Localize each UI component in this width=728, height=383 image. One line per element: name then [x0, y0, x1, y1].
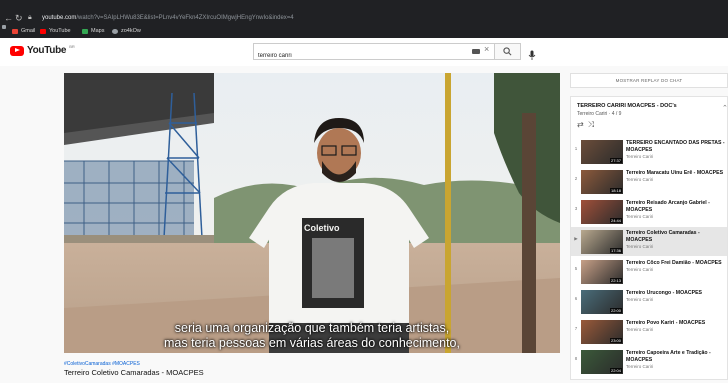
playlist-item-title[interactable]: Terreiro Capoeira Arte e Tradição - MOAC… — [626, 350, 726, 363]
playlist-item[interactable]: 6 22:00 Terreiro Urucongo - MOACPES Terreir… — [571, 287, 727, 316]
playlist-item-thumbnail[interactable]: 23:00 — [581, 320, 623, 344]
playlist-item-duration: 24:44 — [609, 218, 622, 223]
playlist-item-title[interactable]: Terreiro Urucongo - MOACPES — [626, 290, 726, 297]
clear-search-icon[interactable]: × — [484, 44, 489, 54]
gmail-icon — [12, 28, 18, 34]
playlist-item-index: ▶ — [574, 236, 578, 241]
url-path: /watch?v=SAIpLHWu83E&list=PLnv4vYeFkn4ZX… — [76, 15, 294, 21]
shuffle-icon[interactable]: ⤨ — [588, 120, 598, 129]
bookmarks-bar: Gmail YouTube Maps zo4kOw — [0, 25, 728, 37]
playlist-item-duration: 22:00 — [609, 308, 622, 313]
playlist-item-index: 3 — [574, 206, 578, 211]
playlist-item-channel: Terreiro Cariri — [626, 297, 654, 302]
playlist-item[interactable]: 7 23:00 Terreiro Povo Kariri - MOACPES Terr… — [571, 317, 727, 346]
playlist-item-channel: Terreiro Cariri — [626, 363, 654, 369]
playlist-item[interactable]: 2 18:18 Terreiro Maracatu Uinu Erê - MOACP… — [571, 167, 727, 196]
playlist-item-title[interactable]: Terreiro Coletivo Camaradas - MOACPES — [626, 230, 726, 243]
youtube-logo[interactable]: YouTube BR — [10, 44, 75, 56]
playlist-item-index: 5 — [574, 266, 578, 271]
playlist-item-channel: Terreiro Cariri — [626, 327, 654, 332]
playlist-item-thumbnail[interactable]: 17:36 — [581, 230, 623, 254]
search-button[interactable] — [495, 43, 521, 60]
search-input[interactable] — [254, 48, 438, 64]
playlist-controls: ⇄⤨ — [577, 120, 598, 130]
caption-line: mas teria pessoas em várias áreas do con… — [164, 336, 460, 350]
address-bar[interactable]: youtube.com/watch?v=SAIpLHWu83E&list=PLn… — [42, 13, 724, 23]
show-chat-replay-button[interactable]: MOSTRAR REPLAY DO CHAT — [570, 73, 728, 88]
keyboard-icon[interactable] — [472, 49, 480, 54]
apps-icon[interactable] — [2, 25, 6, 29]
bookmark-maps[interactable]: Maps — [82, 25, 104, 37]
playlist-item-thumbnail[interactable]: 24:44 — [581, 200, 623, 224]
playlist-item-channel: Terreiro Cariri — [626, 177, 654, 182]
playlist-item-title[interactable]: Terreiro Côco Frei Damião - MOACPES — [626, 260, 726, 267]
playlist-title[interactable]: TERREIRO CARIRI MOACPES - DOC's — [577, 103, 677, 109]
playlist-item-title[interactable]: Terreiro Povo Kariri - MOACPES — [626, 320, 726, 327]
bookmark-label: Gmail — [21, 28, 36, 34]
bookmark-label: YouTube — [49, 28, 71, 34]
microphone-icon[interactable] — [528, 47, 536, 65]
bookmark-youtube[interactable]: YouTube — [40, 25, 71, 37]
globe-icon — [112, 28, 118, 34]
back-arrow-icon[interactable]: ← — [4, 13, 13, 23]
playlist-panel: TERREIRO CARIRI MOACPES - DOC's Terreiro… — [570, 96, 728, 380]
playlist-item[interactable]: 3 24:44 Terreiro Reisado Arcanjo Gabriel -… — [571, 197, 727, 226]
playlist-item-duration: 22:13 — [609, 278, 622, 283]
bookmark-label: Maps — [91, 28, 105, 34]
video-frame: Coletivo — [64, 73, 560, 353]
playlist-item-channel: Terreiro Cariri — [626, 213, 654, 219]
playlist-item-index: 2 — [574, 176, 578, 181]
playlist-item-thumbnail[interactable]: 22:13 — [581, 260, 623, 284]
video-player[interactable]: Coletivo seria uma organização que també… — [64, 73, 560, 353]
playlist-item-index: 1 — [574, 146, 578, 151]
playlist-item[interactable]: 5 22:13 Terreiro Côco Frei Damião - MOACPE… — [571, 257, 727, 286]
search-icon — [503, 47, 512, 56]
playlist-item-title[interactable]: Terreiro Reisado Arcanjo Gabriel - MOACP… — [626, 200, 726, 213]
playlist-item-title[interactable]: TERREIRO ENCANTADO DAS PRETAS - MOACPES — [626, 140, 726, 153]
youtube-icon — [40, 28, 46, 34]
playlist-item-duration: 17:36 — [609, 248, 622, 253]
lock-icon: 🔒︎ — [28, 14, 32, 21]
playlist-item-index: 7 — [574, 326, 578, 331]
playlist-item[interactable]: ▶ 17:36 Terreiro Coletivo Camaradas - MOAC… — [571, 227, 727, 256]
video-title: Terreiro Coletivo Camaradas - MOACPES — [64, 368, 204, 377]
playlist-item-thumbnail[interactable]: 27:37 — [581, 140, 623, 164]
playlist-item-channel: Terreiro Cariri — [626, 267, 654, 272]
playlist-subtitle: Terreiro Cariri · 4 / 9 — [577, 111, 622, 117]
playlist-item-thumbnail[interactable]: 18:18 — [581, 170, 623, 194]
playlist-item-title[interactable]: Terreiro Maracatu Uinu Erê - MOACPES — [626, 170, 726, 177]
playlist-item-channel: Terreiro Cariri — [626, 243, 654, 249]
youtube-play-icon — [10, 45, 24, 56]
svg-text:Coletivo: Coletivo — [304, 223, 340, 233]
playlist-item-duration: 23:00 — [609, 338, 622, 343]
country-code: BR — [69, 44, 75, 49]
playlist-item[interactable]: 8 22:04 Terreiro Capoeira Arte e Tradição … — [571, 347, 727, 376]
reload-icon[interactable]: ↻ — [15, 13, 23, 23]
playlist-item-channel: Terreiro Cariri — [626, 153, 654, 159]
caption-line: seria uma organização que também teria a… — [174, 321, 450, 335]
bookmark-gmail[interactable]: Gmail — [12, 25, 35, 37]
playlist-menu-icon[interactable]: ⌃ — [722, 104, 728, 116]
playlist-item-duration: 18:18 — [609, 188, 622, 193]
playlist-item-duration: 22:04 — [609, 368, 622, 373]
loop-icon[interactable]: ⇄ — [577, 120, 588, 129]
video-hashtags[interactable]: #ColetivoCamaradas #MOACPES — [64, 361, 140, 367]
playlist-item-index: 8 — [574, 356, 578, 361]
playlist-item[interactable]: 1 27:37 TERREIRO ENCANTADO DAS PRETAS - MO… — [571, 137, 727, 166]
url-host: youtube.com — [42, 15, 77, 21]
logo-text: YouTube — [27, 45, 67, 56]
playlist-item-thumbnail[interactable]: 22:00 — [581, 290, 623, 314]
playlist-item-thumbnail[interactable]: 22:04 — [581, 350, 623, 374]
playlist-item-index: 6 — [574, 296, 578, 301]
maps-icon — [82, 28, 88, 34]
bookmark-zo4kow[interactable]: zo4kOw — [112, 25, 141, 37]
search-box — [253, 43, 495, 64]
playlist-item-duration: 27:37 — [609, 158, 622, 163]
bookmark-label: zo4kOw — [121, 28, 141, 34]
